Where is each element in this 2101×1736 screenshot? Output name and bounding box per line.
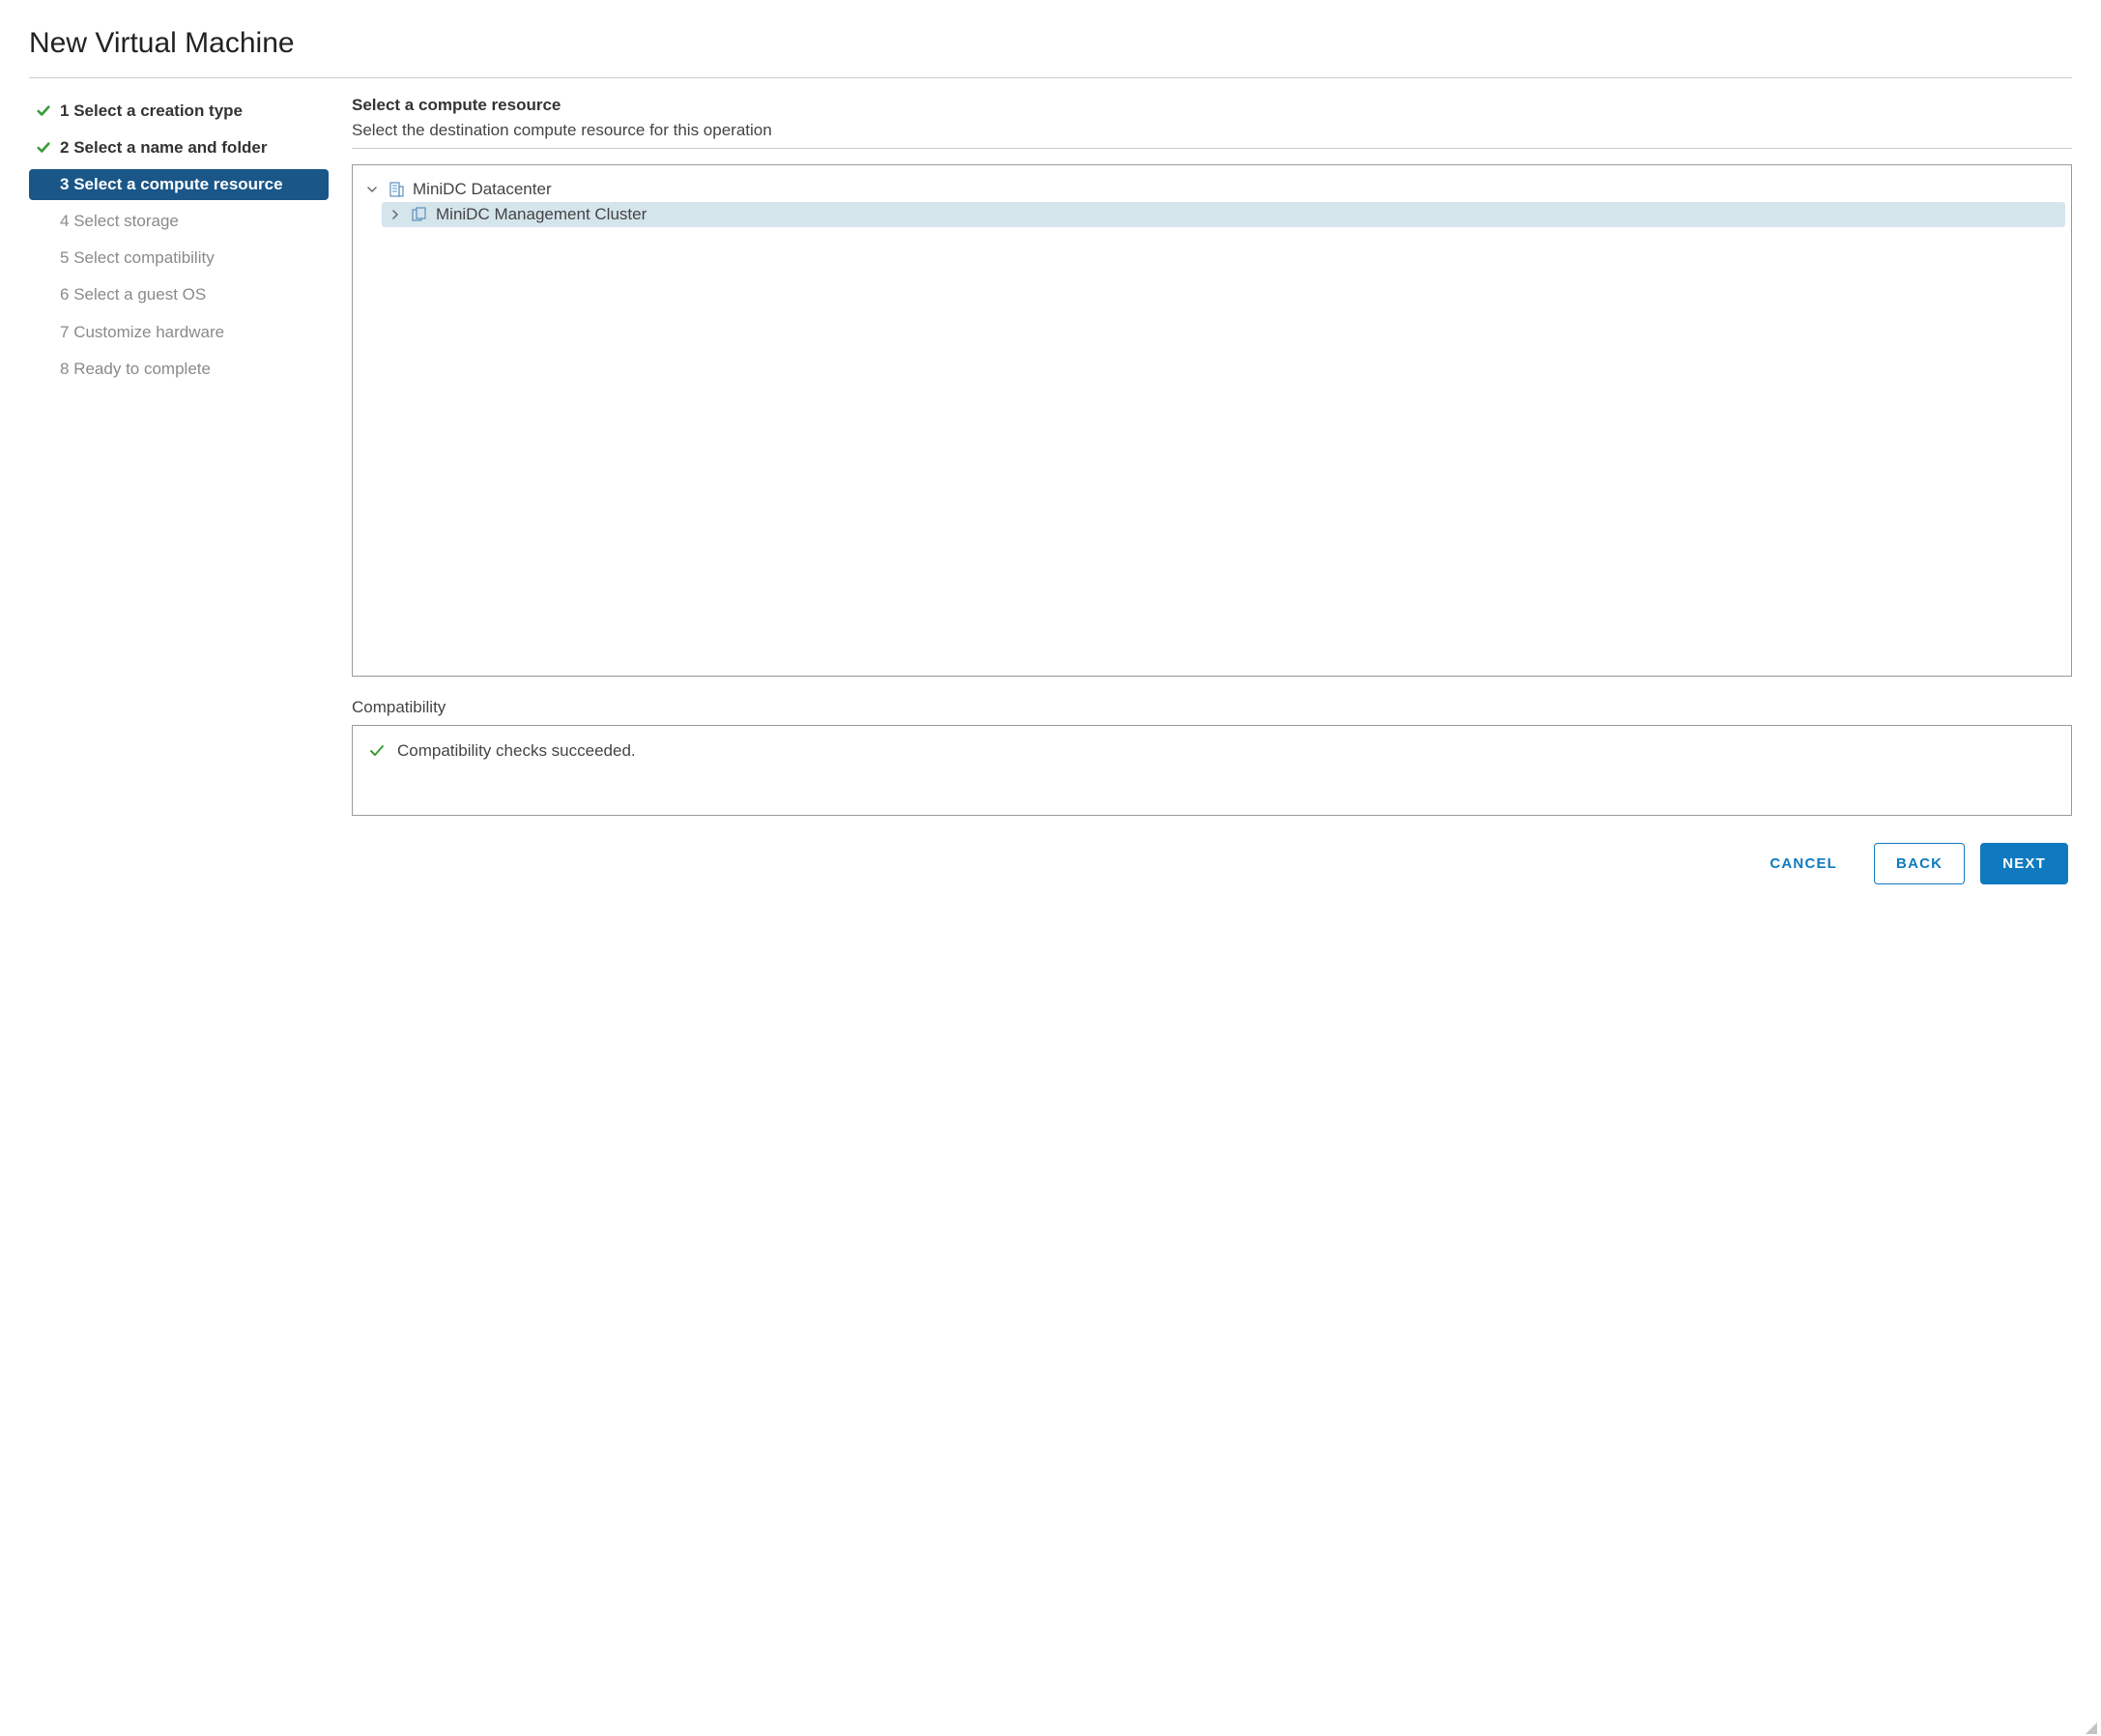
- step-1-select-creation-type[interactable]: 1 Select a creation type: [29, 96, 329, 127]
- tree-children: MiniDC Management Cluster: [382, 202, 2065, 227]
- dialog-title: New Virtual Machine: [29, 27, 2072, 60]
- divider: [352, 148, 2072, 149]
- wizard-main: Select a compute resource Select the des…: [352, 96, 2072, 884]
- step-label: 8 Ready to complete: [60, 359, 211, 380]
- new-vm-dialog: New Virtual Machine 1 Select a creation …: [0, 0, 2101, 1736]
- back-button[interactable]: Back: [1874, 843, 1965, 884]
- tree-node-cluster[interactable]: MiniDC Management Cluster: [382, 202, 2065, 227]
- tree-node-label: MiniDC Datacenter: [413, 180, 552, 199]
- next-button[interactable]: Next: [1980, 843, 2068, 884]
- compute-resource-tree[interactable]: MiniDC Datacenter MiniDC Man: [352, 164, 2072, 677]
- chevron-down-icon[interactable]: [364, 184, 380, 195]
- step-8-ready-to-complete: 8 Ready to complete: [29, 354, 329, 385]
- step-3-select-compute-resource[interactable]: 3 Select a compute resource: [29, 169, 329, 200]
- dialog-footer: Cancel Back Next: [352, 843, 2072, 884]
- wizard-steps: 1 Select a creation type 2 Select a name…: [29, 96, 329, 884]
- step-5-select-compatibility: 5 Select compatibility: [29, 243, 329, 274]
- compatibility-heading: Compatibility: [352, 698, 2072, 717]
- tree-node-label: MiniDC Management Cluster: [436, 205, 647, 224]
- section-heading: Select a compute resource: [352, 96, 2072, 115]
- cancel-button[interactable]: Cancel: [1748, 844, 1858, 883]
- checkmark-icon: [35, 104, 52, 118]
- step-label: 7 Customize hardware: [60, 322, 224, 343]
- step-label: 2 Select a name and folder: [60, 137, 268, 159]
- chevron-right-icon[interactable]: [388, 209, 403, 220]
- step-label: 5 Select compatibility: [60, 247, 215, 269]
- dialog-body: 1 Select a creation type 2 Select a name…: [29, 96, 2072, 884]
- step-label: 6 Select a guest OS: [60, 284, 206, 305]
- cluster-icon: [411, 206, 428, 223]
- step-label: 4 Select storage: [60, 211, 179, 232]
- checkmark-icon: [368, 742, 386, 760]
- step-7-customize-hardware: 7 Customize hardware: [29, 317, 329, 348]
- step-label: 3 Select a compute resource: [60, 174, 283, 195]
- step-4-select-storage: 4 Select storage: [29, 206, 329, 237]
- step-label: 1 Select a creation type: [60, 101, 243, 122]
- tree-node-datacenter[interactable]: MiniDC Datacenter: [359, 177, 2065, 202]
- compatibility-message: Compatibility checks succeeded.: [397, 741, 636, 761]
- step-6-select-guest-os: 6 Select a guest OS: [29, 279, 329, 310]
- divider: [29, 77, 2072, 78]
- step-2-select-name-folder[interactable]: 2 Select a name and folder: [29, 132, 329, 163]
- section-subheading: Select the destination compute resource …: [352, 121, 2072, 140]
- datacenter-icon: [388, 181, 405, 198]
- compatibility-panel: Compatibility checks succeeded.: [352, 725, 2072, 816]
- checkmark-icon: [35, 141, 52, 155]
- resize-handle-icon[interactable]: [2086, 1722, 2097, 1734]
